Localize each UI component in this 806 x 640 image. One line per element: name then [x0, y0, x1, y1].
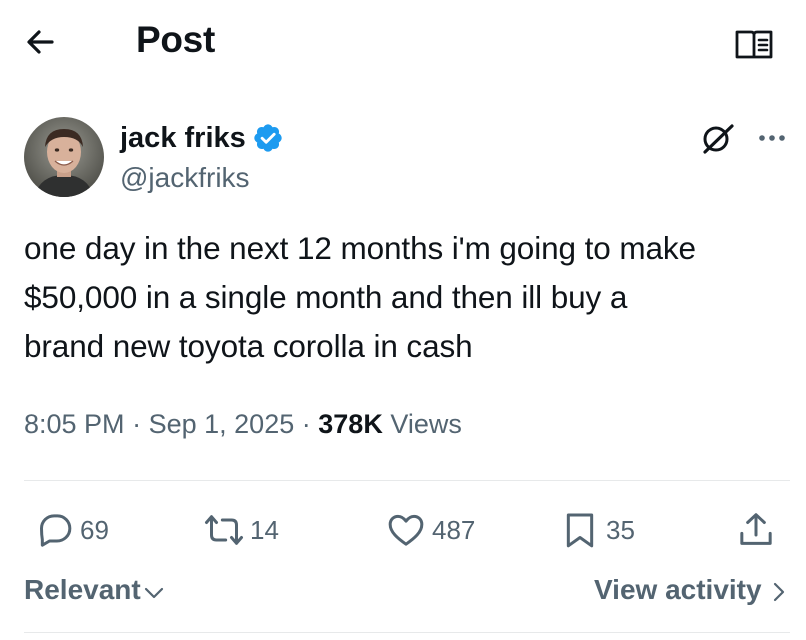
repost-icon [204, 510, 244, 550]
author-handle[interactable]: @jackfriks [120, 160, 250, 196]
reply-count: 69 [80, 514, 109, 545]
like-count: 487 [432, 514, 476, 545]
reader-mode-icon[interactable] [734, 26, 774, 62]
views-label: Views [390, 409, 462, 439]
reply-icon [34, 510, 74, 550]
repost-count: 14 [250, 514, 279, 545]
meta-separator: · [301, 409, 311, 439]
back-arrow-icon[interactable] [22, 24, 62, 60]
share-icon [736, 510, 776, 550]
like-button[interactable]: 487 [386, 508, 475, 552]
post-text-line: $50,000 in a single month and then ill b… [24, 279, 628, 315]
verified-badge-icon[interactable] [252, 122, 284, 154]
divider [24, 632, 790, 633]
post-text-line: brand new toyota corolla in cash [24, 328, 473, 364]
post-date[interactable]: Sep 1, 2025 [149, 409, 295, 439]
reply-button[interactable]: 69 [34, 508, 109, 552]
author-name[interactable]: jack friks [120, 120, 246, 156]
post-text-line: one day in the next 12 months i'm going … [24, 230, 696, 266]
chevron-down-icon [143, 582, 165, 604]
divider [24, 480, 790, 481]
views-count: 378K [318, 409, 383, 439]
post-time[interactable]: 8:05 PM [24, 409, 125, 439]
page-title: Post [136, 19, 215, 60]
view-activity-label: View activity [594, 574, 762, 605]
repost-button[interactable]: 14 [204, 508, 279, 552]
bookmark-button[interactable]: 35 [560, 508, 635, 552]
avatar[interactable] [24, 117, 104, 197]
heart-icon [386, 510, 426, 550]
bookmark-count: 35 [606, 514, 635, 545]
share-button[interactable] [736, 508, 776, 552]
more-icon[interactable] [752, 120, 792, 156]
author-name-row[interactable]: jack friks [120, 118, 284, 158]
view-activity-link[interactable]: View activity [594, 570, 790, 610]
post-text: one day in the next 12 months i'm going … [24, 224, 794, 371]
post-meta: 8:05 PM · Sep 1, 2025 · 378K Views [24, 404, 462, 444]
reply-sort-dropdown[interactable]: Relevant [24, 570, 165, 610]
grok-icon[interactable] [698, 118, 738, 158]
bookmark-icon [560, 510, 600, 550]
reply-sort-label: Relevant [24, 574, 141, 605]
chevron-right-icon [768, 581, 790, 603]
meta-separator: · [132, 409, 142, 439]
